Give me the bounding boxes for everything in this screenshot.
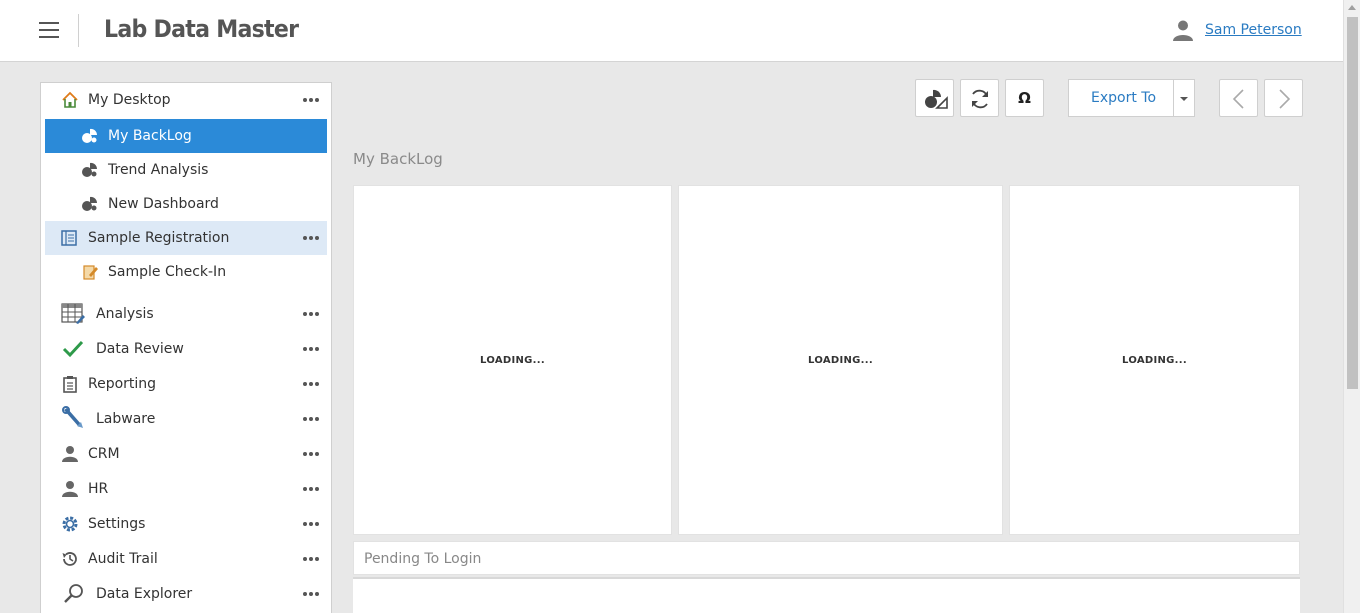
more-options-icon[interactable] — [303, 236, 321, 240]
chevron-left-icon — [1232, 89, 1244, 109]
sidebar-item-my-desktop[interactable]: My Desktop — [45, 83, 327, 117]
chart-shapes-icon — [925, 89, 948, 109]
sidebar-item-label: CRM — [88, 446, 120, 462]
sidebar-item-sample-registration[interactable]: Sample Registration — [45, 221, 327, 255]
sidebar-item-label: New Dashboard — [108, 196, 219, 212]
sidebar-item-label: My BackLog — [108, 128, 192, 144]
sidebar-item-crm[interactable]: CRM — [45, 437, 327, 471]
dashboard-icon — [82, 196, 98, 211]
dashboard-panel: LOADING... — [1009, 185, 1300, 535]
export-to-label: Export To — [1091, 90, 1157, 106]
section-title: My BackLog — [353, 150, 443, 168]
more-options-icon[interactable] — [303, 522, 321, 526]
sidebar-item-settings[interactable]: Settings — [45, 507, 327, 541]
search-icon — [64, 584, 83, 603]
sidebar-item-reporting[interactable]: Reporting — [45, 367, 327, 401]
more-options-icon[interactable] — [303, 557, 321, 561]
refresh-icon — [972, 89, 988, 109]
dashboard-panel: LOADING... — [353, 185, 672, 535]
sidebar-nav: My Desktop My BackLog Trend Analysis New… — [40, 82, 332, 613]
user-avatar-icon — [1173, 20, 1193, 41]
next-button[interactable] — [1264, 79, 1303, 117]
sidebar-item-audit-trail[interactable]: Audit Trail — [45, 542, 327, 576]
wrench-icon — [62, 406, 83, 428]
scrollbar-thumb[interactable] — [1347, 17, 1358, 389]
clipboard-icon — [63, 376, 77, 393]
person-icon — [62, 446, 78, 462]
sidebar-item-data-explorer[interactable]: Data Explorer — [45, 577, 327, 611]
sidebar-item-hr[interactable]: HR — [45, 472, 327, 506]
home-icon — [62, 91, 78, 108]
sidebar-item-label: Sample Registration — [88, 230, 230, 246]
more-options-icon[interactable] — [303, 98, 321, 102]
top-header: Lab Data Master Sam Peterson — [0, 0, 1343, 62]
sidebar-item-trend-analysis[interactable]: Trend Analysis — [45, 153, 327, 187]
loading-text: LOADING... — [808, 355, 873, 366]
omega-button[interactable]: Ω — [1005, 79, 1044, 117]
caret-down-icon — [1180, 97, 1188, 101]
more-options-icon[interactable] — [303, 417, 321, 421]
more-options-icon[interactable] — [303, 487, 321, 491]
chart-settings-button[interactable] — [915, 79, 954, 117]
person-icon — [62, 481, 78, 497]
more-options-icon[interactable] — [303, 452, 321, 456]
sidebar-item-label: Trend Analysis — [108, 162, 209, 178]
checkmark-icon — [62, 340, 84, 358]
hamburger-menu-icon[interactable] — [39, 22, 59, 38]
more-options-icon[interactable] — [303, 382, 321, 386]
sidebar-item-sample-check-in[interactable]: Sample Check-In — [45, 255, 327, 289]
sidebar-item-label: Labware — [96, 411, 156, 427]
registration-icon — [61, 230, 77, 246]
more-options-icon[interactable] — [303, 347, 321, 351]
history-icon — [62, 552, 77, 566]
pending-to-login-title: Pending To Login — [364, 551, 482, 567]
chevron-right-icon — [1279, 89, 1291, 109]
loading-text: LOADING... — [480, 355, 545, 366]
sidebar-item-label: Settings — [88, 516, 146, 532]
sidebar-item-analysis[interactable]: Analysis — [45, 297, 327, 331]
loading-text: LOADING... — [1122, 355, 1187, 366]
sidebar-item-label: My Desktop — [88, 92, 171, 108]
dashboard-panel: LOADING... — [678, 185, 1003, 535]
sidebar-item-label: Sample Check-In — [108, 264, 227, 280]
page-scrollbar[interactable] — [1343, 0, 1360, 613]
export-to-button[interactable]: Export To — [1068, 79, 1174, 117]
sidebar-item-label: Reporting — [88, 376, 157, 392]
gear-icon — [62, 516, 78, 532]
sidebar-item-label: Data Review — [96, 341, 184, 357]
sidebar-item-data-review[interactable]: Data Review — [45, 332, 327, 366]
user-name-link[interactable]: Sam Peterson — [1205, 22, 1302, 38]
previous-button[interactable] — [1219, 79, 1258, 117]
spreadsheet-icon — [61, 303, 85, 324]
sidebar-item-label: Audit Trail — [88, 551, 158, 567]
dashboard-icon — [82, 162, 98, 177]
dashboard-icon — [82, 128, 98, 143]
sidebar-item-label: Analysis — [96, 306, 154, 322]
pending-to-login-header[interactable]: Pending To Login — [353, 541, 1300, 575]
sidebar-item-label: HR — [88, 481, 109, 497]
app-title: Lab Data Master — [104, 15, 299, 43]
scroll-up-arrow-icon[interactable] — [1348, 5, 1356, 10]
more-options-icon[interactable] — [303, 312, 321, 316]
sidebar-item-new-dashboard[interactable]: New Dashboard — [45, 187, 327, 221]
refresh-button[interactable] — [960, 79, 999, 117]
checkin-icon — [83, 265, 98, 280]
sidebar-item-label: Data Explorer — [96, 586, 193, 602]
export-dropdown-toggle[interactable] — [1173, 79, 1195, 117]
more-options-icon[interactable] — [303, 592, 321, 596]
omega-label: Ω — [1018, 89, 1031, 107]
sidebar-item-my-backlog[interactable]: My BackLog — [45, 119, 327, 153]
pending-to-login-body — [353, 577, 1300, 613]
sidebar-item-labware[interactable]: Labware — [45, 402, 327, 436]
header-divider — [78, 14, 79, 47]
